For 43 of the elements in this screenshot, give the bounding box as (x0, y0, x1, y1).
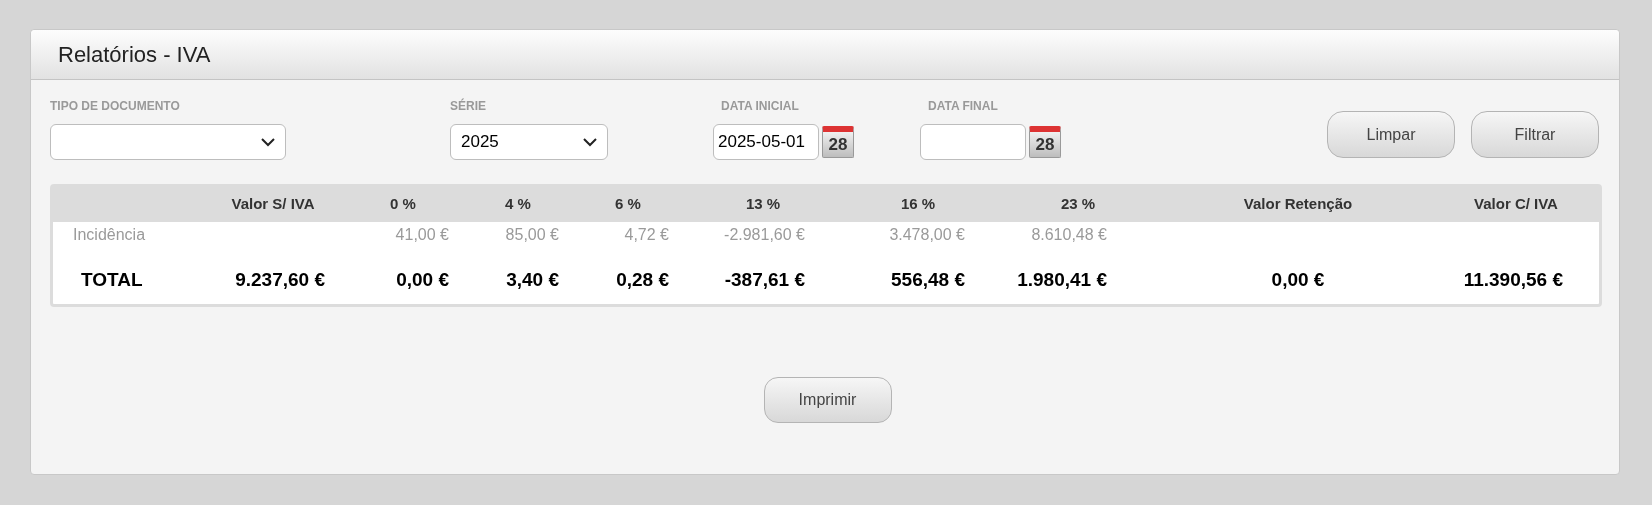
calendar-button[interactable]: 28 (1029, 126, 1061, 158)
row-label: Incidência (73, 225, 146, 245)
field-label: TIPO DE DOCUMENTO (50, 98, 181, 115)
column-header: 13 % (745, 194, 781, 215)
table-cell-text: 4,72 € (624, 225, 669, 245)
table-cell-text: 85,00 € (505, 225, 559, 245)
column-header: Valor Retenção (1243, 194, 1353, 215)
date-field[interactable] (920, 124, 1026, 160)
field-label: DATA INICIAL (721, 98, 800, 115)
column-header: Valor S/ IVA (231, 194, 315, 215)
column-header: 0 % (390, 194, 416, 215)
column-header: Valor C/ IVA (1474, 194, 1558, 215)
field-label: DATA FINAL (928, 98, 999, 115)
chevron-down-icon (583, 137, 597, 147)
calendar-button[interactable]: 28 (822, 126, 854, 158)
table-cell-text: 1.980,41 € (1017, 267, 1107, 292)
table-cell-text: 41,00 € (395, 225, 449, 245)
table-cell-text: 11.390,56 € (1463, 267, 1563, 292)
filter-button[interactable]: Limpar (1327, 111, 1455, 158)
table-cell-text: 8.610,48 € (1031, 225, 1107, 245)
select-value: 2025 (461, 131, 499, 154)
row-label: TOTAL (81, 267, 143, 292)
table-cell-text: 556,48 € (891, 267, 965, 292)
column-header: 16 % (900, 194, 936, 215)
chevron-down-icon (261, 137, 275, 147)
column-header: 4 % (505, 194, 531, 215)
table-cell-text: 0,00 € (396, 267, 449, 292)
filter-button[interactable]: Filtrar (1471, 111, 1599, 158)
date-field[interactable]: 2025-05-01 (713, 124, 819, 160)
table-cell-text: 0,28 € (616, 267, 669, 292)
table-cell-text: -2.981,60 € (724, 225, 805, 245)
table-cell-text: 0,00 € (1271, 267, 1325, 292)
table-cell-text: -387,61 € (724, 267, 805, 292)
select-field[interactable]: 2025 (450, 124, 608, 160)
select-field[interactable] (50, 124, 286, 160)
table-cell-text: 3.478,00 € (889, 225, 965, 245)
table-cell-text: 3,40 € (506, 267, 559, 292)
panel-title: Relatórios - IVA (58, 41, 211, 69)
table-cell-text: 9.237,60 € (235, 267, 325, 292)
field-label: SÉRIE (450, 97, 487, 115)
print-button[interactable]: Imprimir (763, 377, 892, 423)
column-header: 23 % (1060, 194, 1096, 215)
column-header: 6 % (615, 194, 641, 215)
